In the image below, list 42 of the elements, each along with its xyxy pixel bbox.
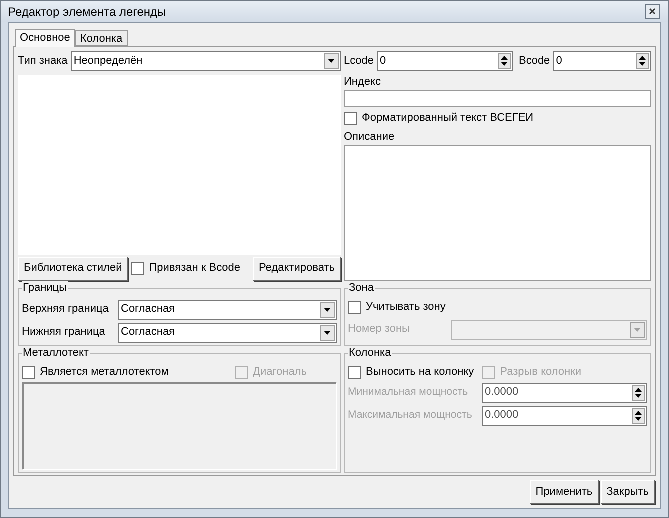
checkbox-label: Является металлотектом [40,364,169,380]
field-label: Нижняя граница [22,325,106,340]
close-icon[interactable] [645,4,660,19]
button[interactable]: Редактировать [253,256,341,280]
button[interactable]: Закрыть [600,480,655,504]
field-label: Lcode [344,54,374,69]
checkbox-label: Разрыв колонки [500,364,582,380]
checkbox-label: Выносить на колонку [366,364,474,380]
checkbox[interactable] [348,300,361,314]
spin-box[interactable]: 0 [553,51,651,71]
field-label: Верхняя граница [22,302,110,318]
field-label: Номер зоны [348,322,411,338]
checkbox-label: Диагональ [253,364,307,380]
dropdown[interactable]: Согласная [118,322,337,342]
dropdown[interactable]: Неопределён [70,51,341,71]
dropdown[interactable]: Согласная [118,300,337,320]
button[interactable]: Библиотека стилей [18,256,128,280]
text-area[interactable] [344,145,651,281]
checkbox-label: Привязан к Bcode [149,261,240,276]
field-label: Описание [344,130,395,145]
spin-arrows-icon[interactable] [636,53,649,69]
checkbox-label: Форматированный текст ВСЕГЕИ [362,110,534,126]
spin-arrows-icon[interactable] [498,53,511,69]
field-label: Bcode [518,54,550,69]
group-title: Границы [22,281,68,295]
field-label: Максимальная мощность [348,408,474,423]
checkbox-label: Учитывать зону [366,300,446,315]
window-title: Редактор элемента легенды [8,4,166,20]
field-label: Минимальная мощность [348,384,470,400]
checkbox[interactable] [348,366,361,378]
input-field[interactable] [344,90,651,107]
spin-arrows-icon[interactable] [632,408,645,424]
button[interactable]: Применить [530,480,599,504]
checkbox[interactable] [344,112,357,124]
tab[interactable]: Основное [15,29,76,47]
field-label: Индекс [344,75,381,90]
spin-box[interactable]: 0 [376,51,513,71]
checkbox[interactable] [22,366,35,378]
checkbox[interactable] [131,262,144,275]
tab[interactable]: Колонка [75,30,128,46]
spin-arrows-icon[interactable] [632,384,645,400]
field-label: Тип знака [18,54,68,69]
